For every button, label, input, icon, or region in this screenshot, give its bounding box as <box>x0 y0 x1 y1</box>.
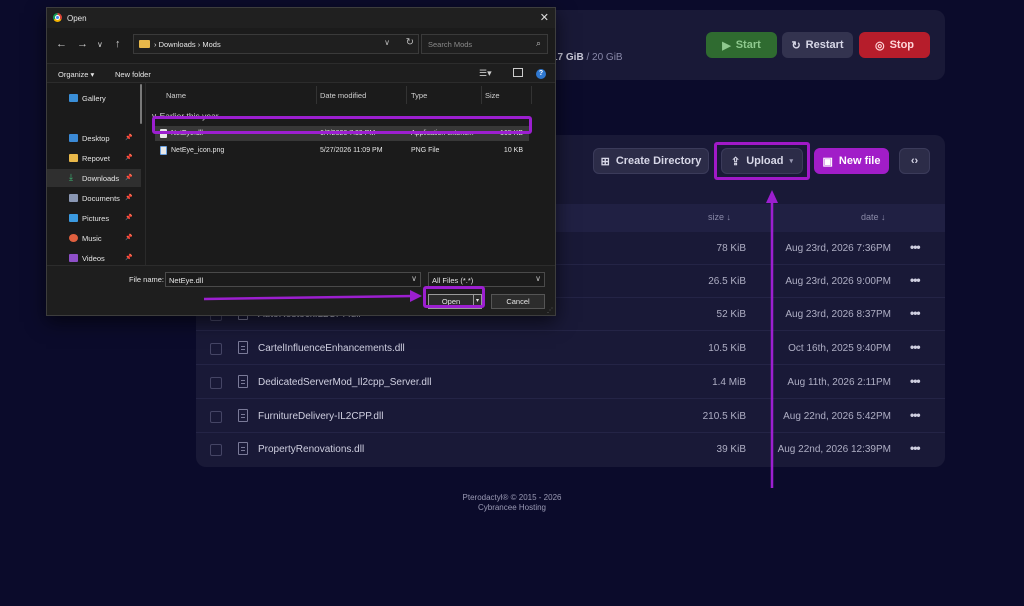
arrow-to-open-button <box>203 294 415 301</box>
arrowhead-open <box>410 290 422 302</box>
arrowhead-upload <box>766 190 778 203</box>
annotation-arrows <box>203 190 778 488</box>
